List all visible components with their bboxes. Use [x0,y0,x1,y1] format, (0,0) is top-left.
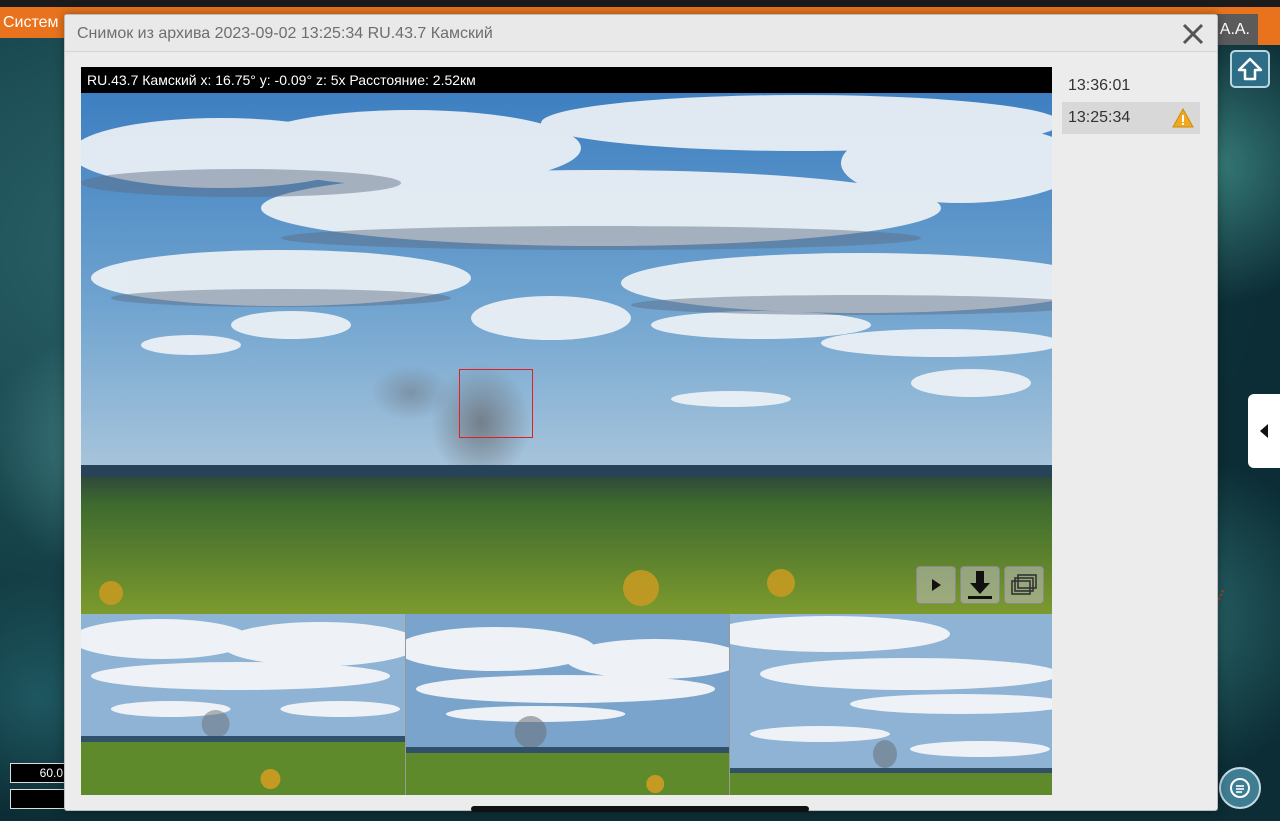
download-icon [968,571,992,599]
map-scale-bar [10,789,68,809]
gallery-button[interactable] [1004,566,1044,604]
thumbnail-3[interactable] [730,614,1052,795]
thumbnail-1[interactable] [81,614,406,795]
side-panel-toggle[interactable] [1248,394,1280,468]
dialog-title: Снимок из архива 2023-09-02 13:25:34 RU.… [77,25,493,42]
chat-button[interactable] [1219,767,1261,809]
detection-box[interactable] [459,369,533,438]
app-title: Систем [3,14,59,31]
play-icon [932,579,941,591]
thumbnail-strip [81,614,1052,795]
close-icon [1182,23,1204,45]
user-menu-accent [1258,14,1280,45]
timestamp-item[interactable]: 13:36:01 [1062,70,1200,102]
gallery-icon [1011,574,1037,595]
warning-icon [1172,108,1194,128]
dialog-header: Снимок из архива 2023-09-02 13:25:34 RU.… [65,15,1217,52]
close-button[interactable] [1181,22,1205,46]
archive-snapshot-dialog: Снимок из архива 2023-09-02 13:25:34 RU.… [64,14,1218,811]
chat-icon [1230,778,1250,798]
play-button[interactable] [916,566,956,604]
map-scale-value: 60.0 [10,763,68,783]
home-icon [1237,57,1263,81]
timestamp-label: 13:25:34 [1068,109,1131,126]
download-button[interactable] [960,566,1000,604]
home-button[interactable] [1230,50,1270,88]
chevron-left-icon [1260,424,1268,438]
home-indicator [471,806,809,812]
thumbnail-2[interactable] [406,614,730,795]
camera-info-bar: RU.43.7 Камский x: 16.75° y: -0.09° z: 5… [81,67,1052,93]
timestamp-item-selected[interactable]: 13:25:34 [1062,102,1200,134]
snapshot-viewer: RU.43.7 Камский x: 16.75° y: -0.09° z: 5… [81,67,1052,614]
snapshot-image[interactable] [81,93,1052,614]
user-name: А.А. [1219,21,1250,38]
timestamp-list: 13:36:01 13:25:34 [1062,70,1200,134]
timestamp-label: 13:36:01 [1068,77,1131,94]
